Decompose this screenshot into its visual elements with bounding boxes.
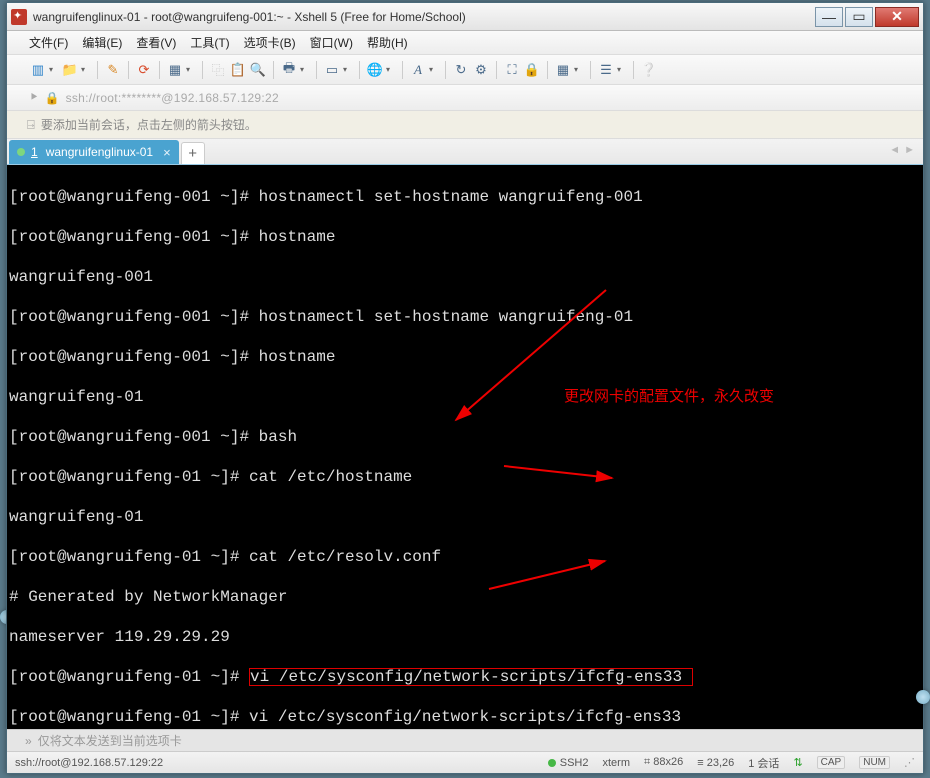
tab-next-icon[interactable]: ► [904, 144, 915, 156]
print-icon[interactable]: 🖶 [280, 61, 298, 79]
tab-status-dot-icon [17, 148, 25, 156]
font-icon[interactable]: A [409, 61, 427, 79]
status-term: xterm [603, 757, 631, 769]
app-xshell-icon [11, 9, 27, 25]
tab-nav: ◄ ► [889, 144, 915, 156]
send-hint: 仅将文本发送到当前选项卡 [38, 732, 182, 749]
maximize-button[interactable]: ▭ [845, 7, 873, 27]
menubar: 文件(F) 编辑(E) 查看(V) 工具(T) 选项卡(B) 窗口(W) 帮助(… [7, 31, 923, 55]
gear-icon[interactable]: ⚙ [472, 61, 490, 79]
status-proto: SSH2 [548, 757, 589, 769]
session-tab[interactable]: 1 wangruifenglinux-01 × [9, 140, 179, 164]
addr-lock-icon: 🔒 [45, 91, 60, 105]
send-chevron-icon[interactable]: » [25, 734, 32, 748]
hint-add-icon[interactable]: ⍈ [27, 117, 35, 133]
menu-view[interactable]: 查看(V) [136, 34, 176, 51]
minimize-button[interactable]: — [815, 7, 843, 27]
menu-help[interactable]: 帮助(H) [367, 34, 408, 51]
annotation: 更改网卡的配置文件，永久改变 [564, 387, 774, 407]
menu-tabs[interactable]: 选项卡(B) [244, 34, 296, 51]
term-line: wangruifeng-01 [9, 507, 921, 527]
menu-file[interactable]: 文件(F) [29, 34, 68, 51]
list-icon[interactable]: ☰ [597, 61, 615, 79]
status-sessions: 1 会话 [748, 755, 779, 771]
status-connection: ssh://root@192.168.57.129:22 [15, 757, 163, 769]
properties-icon[interactable]: ▦ [166, 61, 184, 79]
term-line: [root@wangruifeng-01 ~]# cat /etc/resolv… [9, 547, 921, 567]
app-window: wangruifenglinux-01 - root@wangruifeng-0… [6, 2, 924, 774]
status-net-icon: ⇅ [793, 756, 802, 769]
term-line: [root@wangruifeng-01 ~]# cat /etc/hostna… [9, 467, 921, 487]
status-grip-icon[interactable]: ⋰ [904, 756, 915, 769]
terminal[interactable]: [root@wangruifeng-001 ~]# hostnamectl se… [7, 165, 923, 729]
toolbar: ▥▾ 📁▾ ✎ ⟳ ▦▾ ⿻ 📋 🔍 🖶▾ ▭▾ 🌐▾ A▾ ↻ ⚙ ⛶ 🔒 ▦… [7, 55, 923, 85]
term-line: [root@wangruifeng-01 ~]# vi /etc/sysconf… [9, 707, 921, 727]
hint-bar: ⍈ 要添加当前会话，点击左侧的箭头按钮。 [7, 111, 923, 139]
paste-icon[interactable]: 📋 [229, 61, 247, 79]
help-icon[interactable]: ❔ [640, 61, 658, 79]
status-bar: ssh://root@192.168.57.129:22 SSH2 xterm … [7, 751, 923, 773]
send-bar: » 仅将文本发送到当前选项卡 [7, 729, 923, 751]
address-bar: ⯈ 🔒 ssh://root:********@192.168.57.129:2… [7, 85, 923, 111]
find-icon[interactable]: 🔍 [249, 61, 267, 79]
status-dot-icon [548, 759, 556, 767]
tab-close-icon[interactable]: × [163, 145, 171, 160]
term-line: [root@wangruifeng-01 ~]# vi /etc/sysconf… [9, 667, 921, 687]
term-line: # Generated by NetworkManager [9, 587, 921, 607]
copy-icon[interactable]: ⿻ [209, 61, 227, 79]
tab-prev-icon[interactable]: ◄ [889, 144, 900, 156]
globe-icon[interactable]: 🌐 [366, 61, 384, 79]
addr-text[interactable]: ssh://root:********@192.168.57.129:22 [66, 91, 279, 105]
titlebar: wangruifenglinux-01 - root@wangruifeng-0… [7, 3, 923, 31]
term-line: [root@wangruifeng-001 ~]# hostname [9, 347, 921, 367]
window-title: wangruifenglinux-01 - root@wangruifeng-0… [33, 10, 813, 24]
menu-window[interactable]: 窗口(W) [310, 34, 353, 51]
close-button[interactable]: ✕ [875, 7, 919, 27]
term-line: wangruifeng-01更改网卡的配置文件，永久改变 [9, 387, 921, 407]
highlighted-command: vi /etc/sysconfig/network-scripts/ifcfg-… [249, 668, 693, 686]
tab-label: wangruifenglinux-01 [46, 145, 153, 159]
menu-edit[interactable]: 编辑(E) [82, 34, 122, 51]
menu-tools[interactable]: 工具(T) [190, 34, 229, 51]
status-cap: CAP [817, 756, 846, 769]
term-line: nameserver 119.29.29.29 [9, 627, 921, 647]
screen-icon[interactable]: ▭ [323, 61, 341, 79]
connect-icon[interactable]: ✎ [104, 61, 122, 79]
reconnect-icon[interactable]: ⟳ [135, 61, 153, 79]
hint-text: 要添加当前会话，点击左侧的箭头按钮。 [41, 116, 257, 133]
term-line: [root@wangruifeng-001 ~]# hostnamectl se… [9, 187, 921, 207]
status-size: ⌗ 88x26 [644, 756, 683, 769]
new-tab-button[interactable]: + [181, 142, 205, 164]
tab-number: 1 [31, 145, 38, 159]
term-line: [root@wangruifeng-001 ~]# hostname [9, 227, 921, 247]
status-num: NUM [859, 756, 890, 769]
addr-arrow-icon[interactable]: ⯈ [29, 90, 39, 105]
term-line: [root@wangruifeng-001 ~]# hostnamectl se… [9, 307, 921, 327]
refresh-icon[interactable]: ↻ [452, 61, 470, 79]
tile-icon[interactable]: ▦ [554, 61, 572, 79]
lock-icon[interactable]: 🔒 [523, 61, 541, 79]
term-line: [root@wangruifeng-001 ~]# bash [9, 427, 921, 447]
open-folder-icon[interactable]: 📁 [61, 61, 79, 79]
status-pos: ≡ 23,26 [697, 757, 734, 769]
new-session-icon[interactable]: ▥ [29, 61, 47, 79]
fullscreen-icon[interactable]: ⛶ [503, 61, 521, 79]
term-line: wangruifeng-001 [9, 267, 921, 287]
tabs-bar: 1 wangruifenglinux-01 × + ◄ ► [7, 139, 923, 165]
